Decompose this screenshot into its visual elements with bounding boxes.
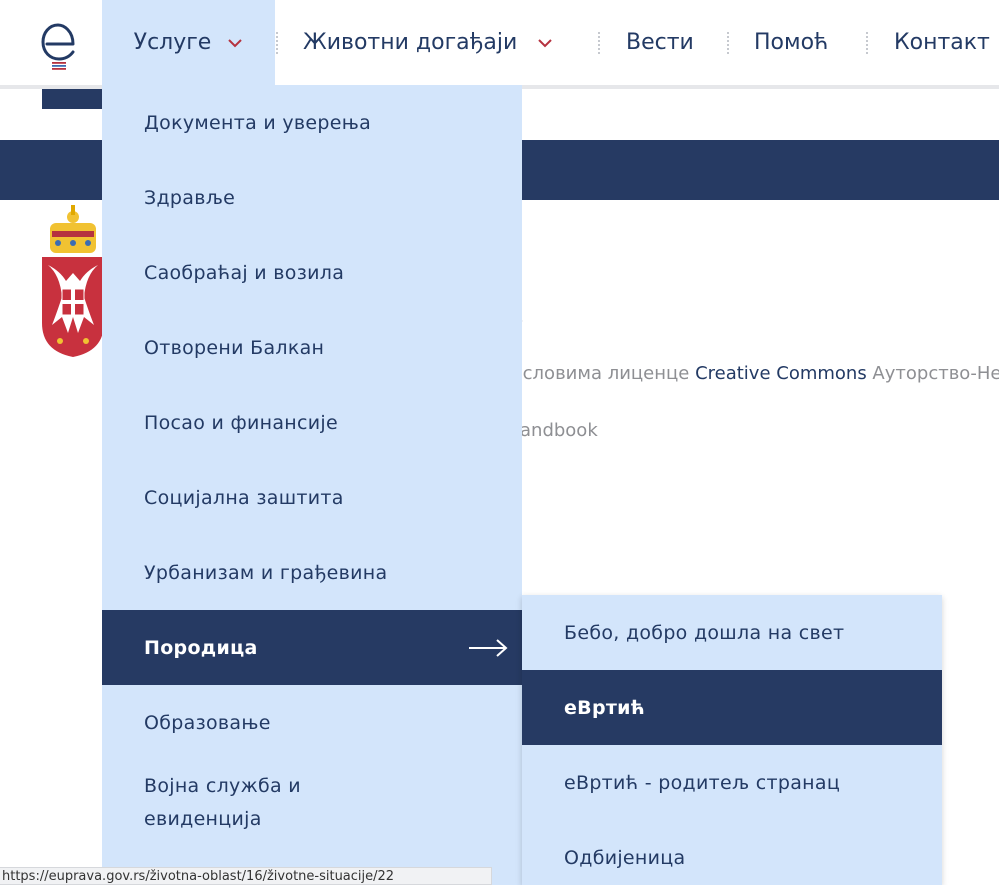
menu-item-label: Отворени Балкан [144,336,325,359]
serbian-coat-of-arms-icon [42,205,104,357]
menu-item-label: Војна служба и евиденција [144,775,301,830]
creative-commons-link[interactable]: Creative Commons [695,363,867,384]
chevron-down-icon [538,38,552,47]
services-dropdown-menu: Документа и уверења Здравље Саобраћај и … [102,85,522,885]
submenu-item-label: Одбијеница [564,846,686,869]
page: е условима лиценце Creative Commons Ауто… [0,0,999,885]
handbook-link-fragment[interactable]: andbook [520,420,598,441]
menu-item-military[interactable]: Војна служба и евиденција [102,760,412,860]
status-bar-url: https://euprava.gov.rs/životna-oblast/16… [0,867,492,885]
menu-item-label: Урбанизам и грађевина [144,561,388,584]
nav-separator [598,32,600,54]
submenu-item-evrtic[interactable]: еВртић [522,670,942,745]
menu-item-work-finance[interactable]: Посао и финансије [102,385,522,460]
nav-services-label: Услуге [133,30,212,55]
menu-item-label: Образовање [144,711,271,734]
arrow-right-icon [469,639,508,657]
submenu-item-label: еВртић [564,696,646,719]
menu-item-health[interactable]: Здравље [102,160,522,235]
menu-item-urbanism[interactable]: Урбанизам и грађевина [102,535,522,610]
submenu-item-label: Бебо, добро дошла на свет [564,621,845,644]
submenu-item-rejection[interactable]: Одбијеница [522,820,942,885]
nav-help-label: Помоћ [754,30,829,55]
nav-separator [866,32,868,54]
menu-item-documents[interactable]: Документа и уверења [102,85,522,160]
nav-contact-label: Контакт [894,30,990,55]
nav-services[interactable]: Услуге [102,0,275,85]
nav-life-events[interactable]: Животни догађаји [303,0,553,85]
nav-news-label: Вести [626,30,694,55]
nav-separator [276,32,278,54]
family-submenu: Бебо, добро дошла на свет еВртић еВртић … [522,595,942,885]
menu-item-social-protection[interactable]: Социјална заштита [102,460,522,535]
nav-contact[interactable]: Контакт [894,0,990,85]
menu-item-education[interactable]: Образовање [102,685,522,760]
menu-item-family[interactable]: Породица [102,610,522,685]
submenu-item-baby-welcome[interactable]: Бебо, добро дошла на свет [522,595,942,670]
submenu-item-label: еВртић - родитељ странац [564,771,841,794]
nav-life-events-label: Животни догађаји [303,30,518,55]
menu-item-label: Здравље [144,186,236,209]
nav-separator [727,32,729,54]
license-text: условима лиценце Creative Commons Ауторс… [512,363,999,384]
euprava-logo-icon[interactable] [38,20,82,70]
menu-item-traffic[interactable]: Саобраћај и возила [102,235,522,310]
chevron-down-icon [228,38,243,47]
menu-item-label: Саобраћај и возила [144,261,345,284]
top-navigation: Услуге Животни догађаји Вести Помоћ Конт… [0,0,999,89]
nav-news[interactable]: Вести [626,0,694,85]
menu-item-label: Социјална заштита [144,486,344,509]
submenu-item-evrtic-foreign-parent[interactable]: еВртић - родитељ странац [522,745,942,820]
menu-item-label: Посао и финансије [144,411,338,434]
menu-item-label: Породица [144,636,258,659]
menu-item-label: Документа и уверења [144,111,372,134]
menu-item-open-balkan[interactable]: Отворени Балкан [102,310,522,385]
nav-help[interactable]: Помоћ [754,0,828,85]
